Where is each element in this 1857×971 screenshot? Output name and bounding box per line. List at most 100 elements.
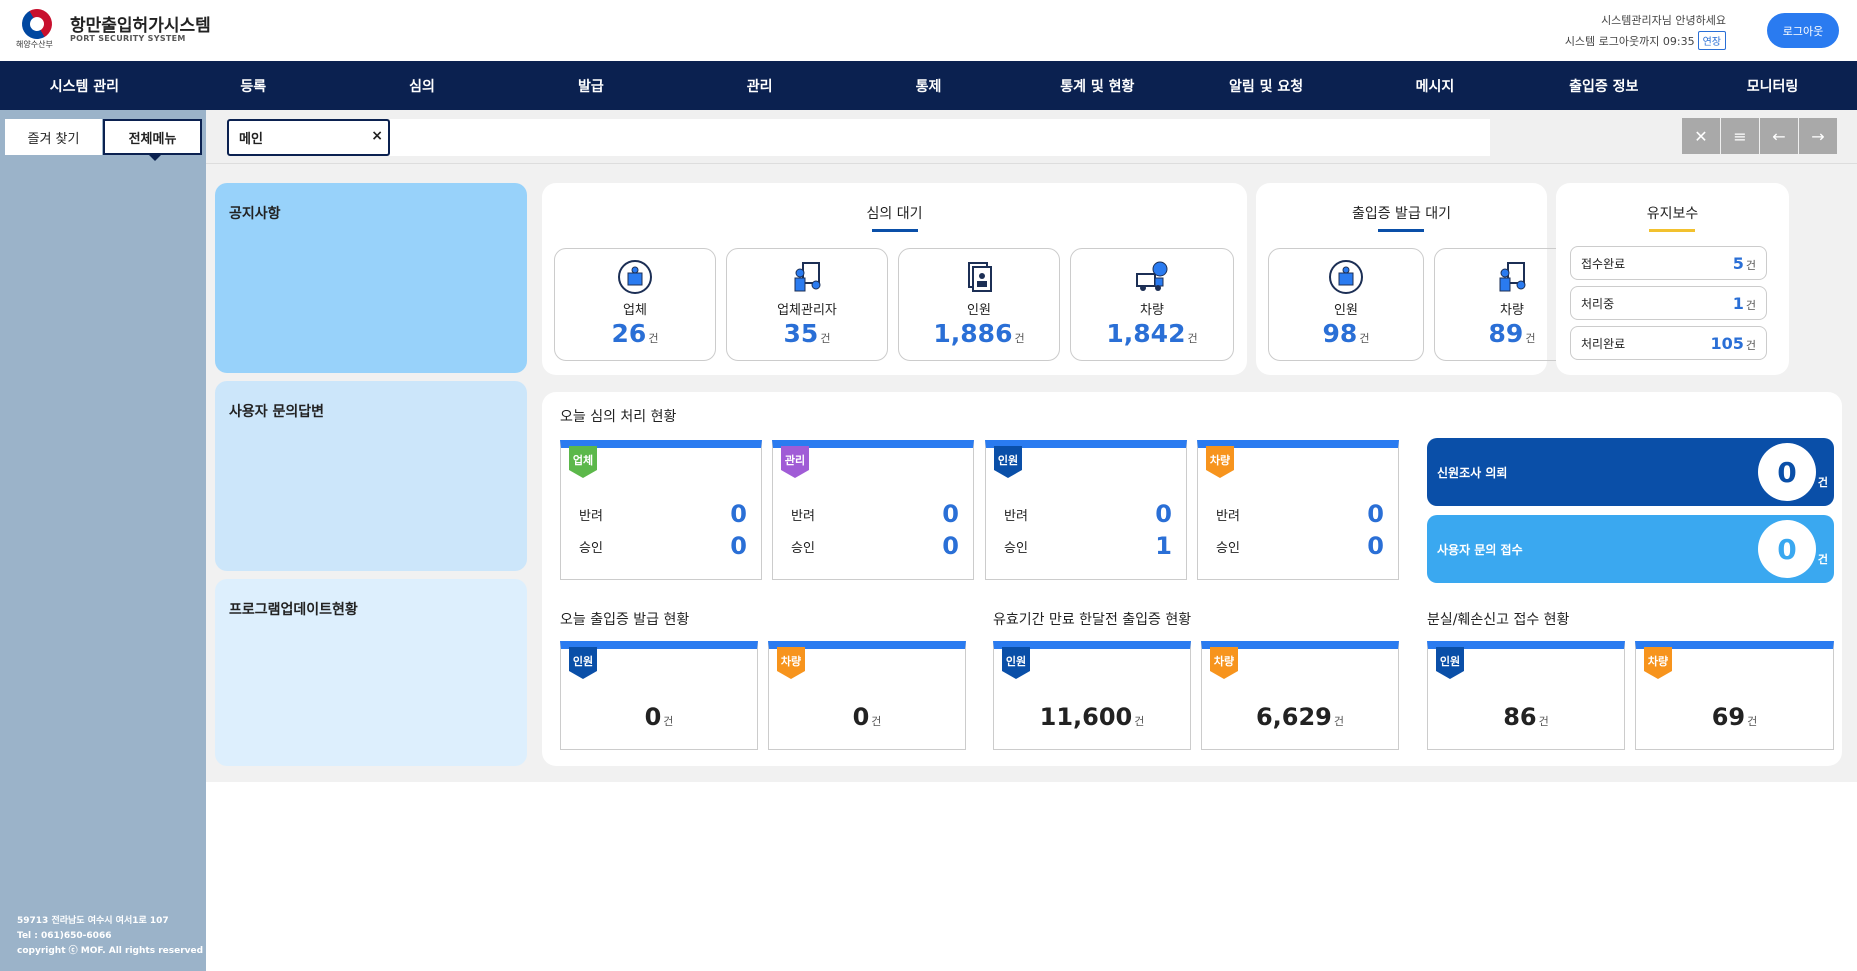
footer-info: 59713 전라남도 여수시 여서1로 107 Tel : 061)650-60… (17, 914, 203, 959)
review-card-admin[interactable]: 관리 반려 0 승인 0 (772, 440, 974, 580)
tab-main[interactable]: 메인 × (227, 119, 390, 156)
vehicle-certificate-icon (1499, 262, 1526, 292)
stat-value: 98 건 (1322, 319, 1370, 348)
review-company-box[interactable]: 업체 26 건 (554, 248, 716, 361)
stat-label: 업체 (623, 303, 647, 318)
arrow-left-icon: ← (1772, 126, 1786, 146)
today-review-title: 오늘 심의 처리 현황 (560, 409, 677, 425)
tab-next-button[interactable]: → (1799, 118, 1837, 154)
review-person-box[interactable]: 인원 1,886 건 (898, 248, 1060, 361)
close-icon[interactable]: × (371, 128, 383, 144)
footer-tel: Tel : 061)650-6066 (17, 931, 112, 941)
admin-certificate-icon (794, 262, 821, 292)
review-card-vehicle[interactable]: 차량 반려 0 승인 0 (1197, 440, 1399, 580)
inquiry-card[interactable]: 사용자 문의답변 (215, 381, 527, 571)
notice-card[interactable]: 공지사항 (215, 183, 527, 373)
issue-value: 11,600 건 (1039, 703, 1145, 731)
footer-address: 59713 전라남도 여수시 여서1로 107 (17, 916, 169, 926)
stat-label: 차량 (1140, 303, 1164, 318)
background-check-label: 신원조사 의뢰 (1437, 465, 1508, 480)
issue-wait-title: 출입증 발급 대기 (1351, 206, 1452, 222)
footer-copyright: copyright ⓒ MOF. All rights reserved (17, 946, 204, 956)
nav-register[interactable]: 등록 (169, 61, 338, 110)
badge-company: 업체 (569, 446, 597, 478)
ministry-name: 해양수산부 (16, 40, 53, 49)
today-issue-vehicle-card[interactable]: 차량 0건 (768, 641, 966, 750)
app-title[interactable]: 항만출입허가시스템 (70, 11, 211, 36)
logout-timer: 시스템 로그아웃까지 09:35 연장 (1565, 31, 1726, 50)
badge-person: 인원 (569, 647, 597, 679)
logout-timer-text: 시스템 로그아웃까지 09:35 (1564, 35, 1695, 48)
lost-vehicle-card[interactable]: 차량 69 건 (1635, 641, 1834, 750)
today-issue-person-card[interactable]: 인원 0건 (560, 641, 758, 750)
expiring-title: 유효기간 만료 한달전 출입증 현황 (993, 612, 1192, 628)
main-nav: 시스템 관리 등록 심의 발급 관리 통제 통계 및 현황 알림 및 요청 메시… (0, 61, 1857, 110)
tab-main-label: 메인 (239, 132, 263, 147)
nav-review[interactable]: 심의 (338, 61, 507, 110)
lost-person-card[interactable]: 인원 86 건 (1427, 641, 1625, 750)
background-check-count: 0 (1758, 443, 1816, 501)
stat-value: 26 건 (611, 319, 659, 348)
nav-issue[interactable]: 발급 (506, 61, 675, 110)
tab-favorites[interactable]: 즐겨 찾기 (5, 119, 102, 155)
company-icon (618, 260, 652, 294)
person-icon (1329, 260, 1363, 294)
nav-system-admin[interactable]: 시스템 관리 (0, 61, 169, 110)
badge-vehicle: 차량 (1210, 647, 1238, 679)
tab-strip (390, 119, 1490, 156)
close-icon: ✕ (1694, 126, 1708, 146)
nav-control[interactable]: 통제 (844, 61, 1013, 110)
review-company-admin-box[interactable]: 업체관리자 35 건 (726, 248, 888, 361)
extend-session-button[interactable]: 연장 (1697, 31, 1726, 50)
tab-list-button[interactable]: ≡ (1721, 118, 1759, 154)
title-underline (872, 229, 918, 232)
title-underline (1649, 229, 1695, 232)
update-card[interactable]: 프로그램업데이트현황 (215, 579, 527, 766)
truck-icon (1136, 261, 1168, 291)
person-documents-icon (968, 262, 992, 292)
review-card-company[interactable]: 업체 반려 0 승인 0 (560, 440, 762, 580)
issue-value: 69 건 (1711, 703, 1758, 731)
expiring-vehicle-card[interactable]: 차량 6,629 건 (1201, 641, 1399, 750)
list-icon: ≡ (1733, 126, 1747, 146)
stat-value: 35 건 (783, 319, 831, 348)
nav-manage[interactable]: 관리 (675, 61, 844, 110)
badge-vehicle: 차량 (1206, 446, 1234, 478)
stat-value: 1,886 건 (933, 319, 1025, 348)
lost-title: 분실/훼손신고 접수 현황 (1427, 612, 1570, 628)
maintenance-in-progress-row[interactable]: 처리중 1 건 (1570, 286, 1767, 320)
tab-bar: 메인 × ✕ ≡ ← → (206, 110, 1857, 164)
maintenance-title: 유지보수 (1646, 206, 1699, 222)
close-all-tabs-button[interactable]: ✕ (1682, 118, 1720, 154)
update-title: 프로그램업데이트현황 (229, 602, 358, 618)
badge-person: 인원 (1002, 647, 1030, 679)
review-card-person[interactable]: 인원 반려 0 승인 1 (985, 440, 1187, 580)
issue-person-box[interactable]: 인원 98 건 (1268, 248, 1424, 361)
badge-admin: 관리 (781, 446, 809, 478)
issue-value: 86 건 (1503, 703, 1549, 731)
tab-prev-button[interactable]: ← (1760, 118, 1798, 154)
nav-statistics[interactable]: 통계 및 현황 (1013, 61, 1182, 110)
issue-value: 0건 (852, 703, 882, 731)
issue-value: 6,629 건 (1255, 703, 1345, 731)
badge-person: 인원 (1436, 647, 1464, 679)
background-check-button[interactable]: 신원조사 의뢰 0 건 (1427, 438, 1834, 506)
inquiry-title: 사용자 문의답변 (229, 404, 325, 420)
app-subtitle: PORT SECURITY SYSTEM (70, 34, 186, 43)
title-underline (1378, 229, 1424, 232)
nav-messages[interactable]: 메시지 (1351, 61, 1520, 110)
logout-button[interactable]: 로그아웃 (1767, 13, 1839, 48)
expiring-person-card[interactable]: 인원 11,600 건 (993, 641, 1191, 750)
review-vehicle-box[interactable]: 차량 1,842 건 (1070, 248, 1234, 361)
nav-notifications[interactable]: 알림 및 요청 (1182, 61, 1351, 110)
notice-title: 공지사항 (229, 206, 281, 222)
tab-all-menu[interactable]: 전체메뉴 (103, 119, 202, 161)
sidebar: 즐겨 찾기 전체메뉴 59713 전라남도 여수시 여서1로 107 Tel :… (0, 110, 206, 971)
user-inquiry-button[interactable]: 사용자 문의 접수 0 건 (1427, 515, 1834, 583)
maintenance-completed-row[interactable]: 처리완료 105 건 (1570, 326, 1767, 360)
nav-pass-info[interactable]: 출입증 정보 (1519, 61, 1688, 110)
nav-monitoring[interactable]: 모니터링 (1688, 61, 1857, 110)
maintenance-received-row[interactable]: 접수완료 5 건 (1570, 246, 1767, 280)
badge-person: 인원 (994, 446, 1022, 478)
stat-value: 1,842 건 (1106, 319, 1198, 348)
